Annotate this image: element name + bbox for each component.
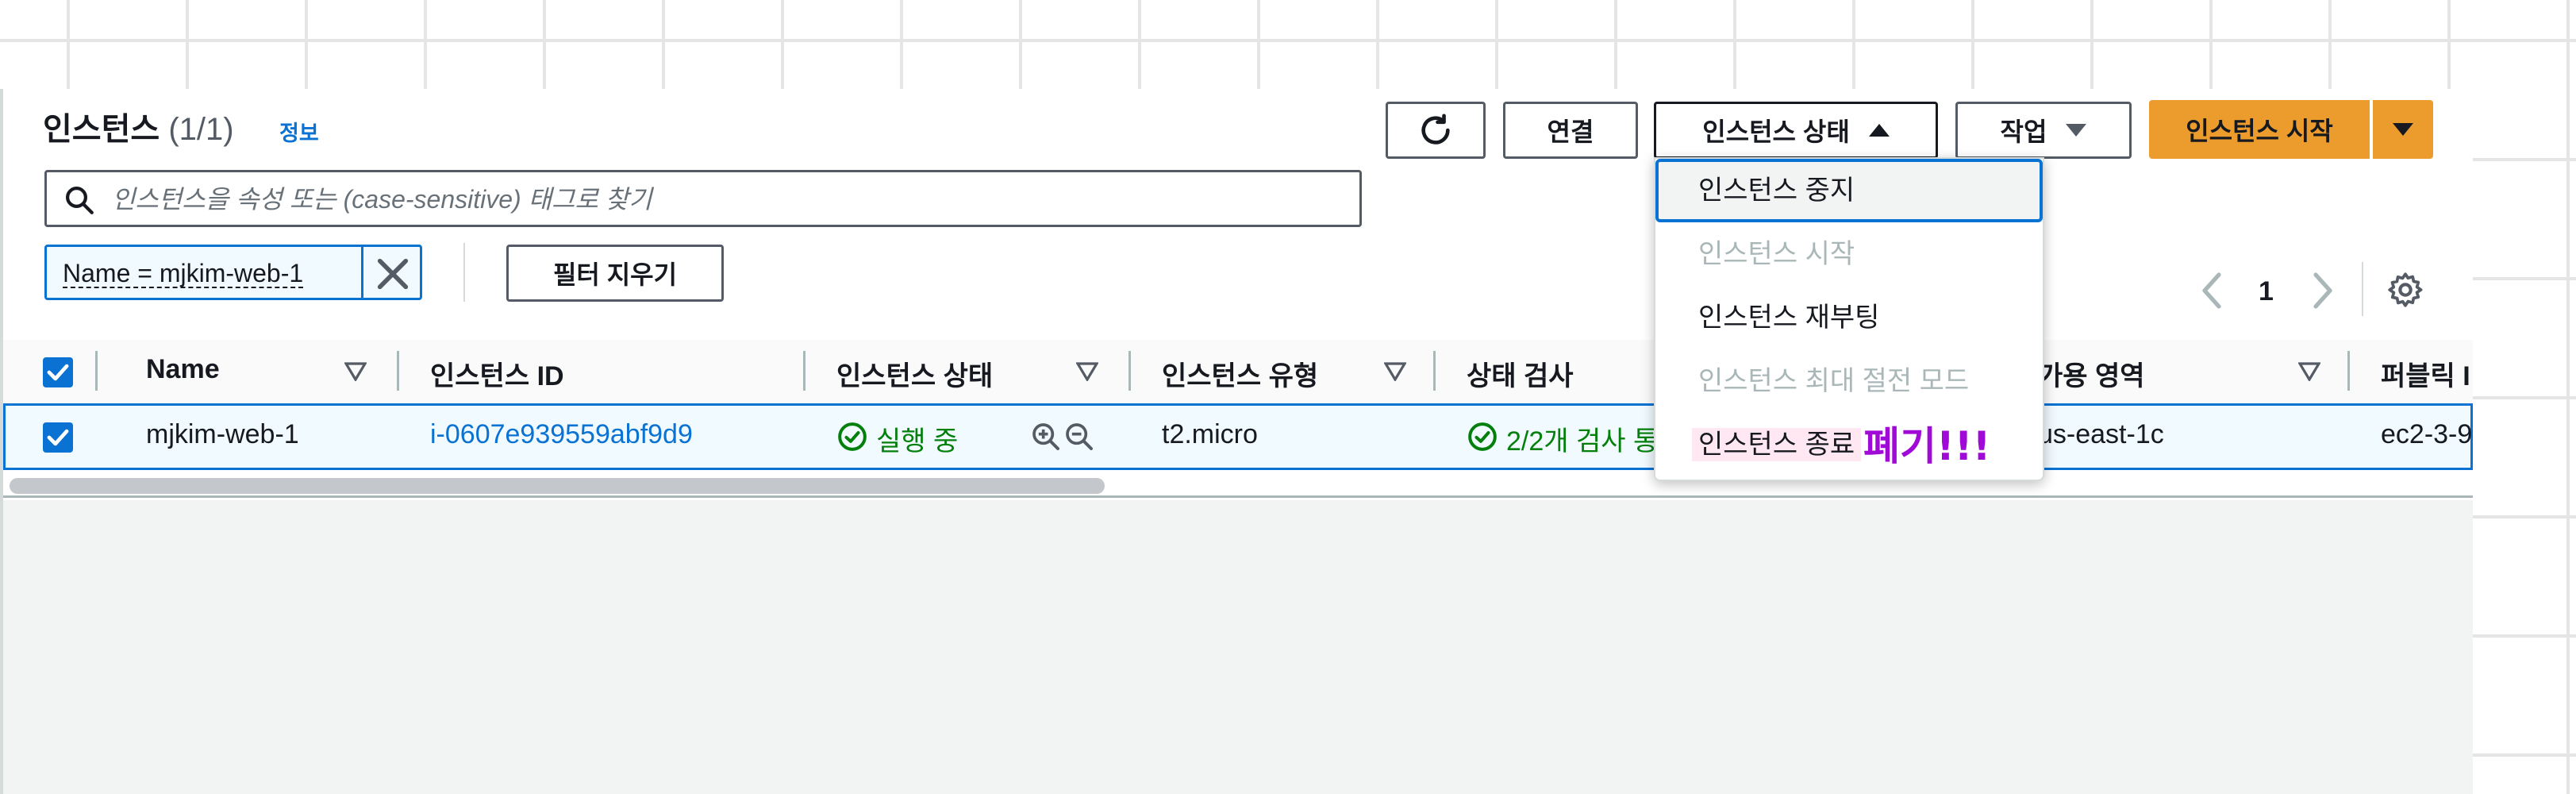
close-icon[interactable] [371, 252, 415, 296]
search-box [44, 170, 1362, 227]
refresh-button[interactable] [1386, 102, 1486, 159]
cell-status-check: 2/2개 검사 통 [1506, 426, 1659, 457]
page-number[interactable]: 1 [2259, 276, 2274, 307]
clear-filters-button[interactable]: 필터 지우기 [506, 245, 724, 302]
select-all-checkbox[interactable] [43, 357, 73, 387]
column-divider [95, 351, 98, 391]
handwritten-annotation: 폐기!!! [1863, 423, 1991, 469]
instance-count: (1/1) [168, 112, 234, 147]
check-circle-icon [838, 422, 867, 451]
cell-instance-type: t2.micro [1162, 419, 1258, 449]
chevron-right-icon[interactable] [2306, 270, 2338, 311]
checkmark-icon [47, 429, 69, 446]
scrollbar-thumb[interactable] [10, 478, 1105, 494]
col-header-availability-zone[interactable]: 가용 영역 [2038, 354, 2145, 393]
gear-icon[interactable] [2386, 270, 2425, 310]
page-title: 인스턴스 (1/1) [43, 103, 234, 149]
filter-token: Name = mjkim-web-1 [44, 245, 422, 300]
launch-instances-button[interactable]: 인스턴스 시작 [2149, 100, 2370, 159]
actions-label: 작업 [2000, 118, 2047, 146]
terminate-label: 인스턴스 종료 [1692, 428, 1862, 461]
sort-icon[interactable] [344, 362, 367, 381]
menu-item-start-instance[interactable]: 인스턴스 시작 [1655, 222, 2043, 286]
col-header-instance-id[interactable]: 인스턴스 ID [430, 354, 564, 393]
caret-down-icon [2393, 123, 2413, 136]
cell-public-dns: ec2-3-9 [2381, 419, 2473, 449]
zoom-in-icon[interactable] [1030, 421, 1062, 453]
instance-state-button[interactable]: 인스턴스 상태 [1654, 102, 1938, 159]
info-link[interactable]: 정보 [279, 116, 319, 147]
column-divider [2347, 351, 2350, 391]
cell-availability-zone: us-east-1c [2038, 419, 2164, 449]
col-header-public-dns[interactable]: 퍼블릭 I [2381, 354, 2470, 393]
check-circle-icon [1468, 422, 1497, 451]
col-header-name[interactable]: Name [146, 354, 220, 385]
search-icon [66, 187, 94, 214]
actions-button[interactable]: 작업 [1955, 102, 2132, 159]
details-pane-area [3, 500, 2473, 794]
divider [2362, 262, 2363, 316]
row-checkbox[interactable] [43, 422, 73, 453]
refresh-icon [1421, 114, 1450, 145]
sort-icon[interactable] [2298, 362, 2320, 381]
launch-dropdown-button[interactable] [2373, 100, 2433, 159]
sort-icon[interactable] [1076, 362, 1098, 381]
col-header-status-check[interactable]: 상태 검사 [1467, 354, 1574, 393]
checkmark-icon [47, 364, 69, 381]
chevron-left-icon[interactable] [2197, 270, 2228, 311]
instance-state-label: 인스턴스 상태 [1702, 118, 1850, 146]
cell-name: mjkim-web-1 [146, 419, 299, 449]
menu-item-stop-instance[interactable]: 인스턴스 중지 [1655, 159, 2043, 222]
connect-button[interactable]: 연결 [1503, 102, 1638, 159]
column-divider [1128, 351, 1131, 391]
caret-up-icon [1868, 124, 1890, 137]
caret-down-icon [2066, 124, 2087, 137]
divider [463, 243, 465, 302]
page-title-text: 인스턴스 [43, 112, 160, 147]
menu-item-hibernate-instance[interactable]: 인스턴스 최대 절전 모드 [1655, 349, 2043, 413]
cell-instance-state: 실행 중 [876, 426, 959, 457]
zoom-out-icon[interactable] [1063, 421, 1095, 453]
sort-icon[interactable] [1384, 362, 1406, 381]
col-header-instance-state[interactable]: 인스턴스 상태 [836, 354, 993, 393]
column-divider [803, 351, 805, 391]
col-header-instance-type[interactable]: 인스턴스 유형 [1162, 354, 1318, 393]
token-divider [361, 247, 363, 298]
column-divider [1433, 351, 1436, 391]
filter-token-text: Name = mjkim-web-1 [63, 259, 304, 288]
column-divider [397, 351, 399, 391]
menu-item-reboot-instance[interactable]: 인스턴스 재부팅 [1655, 286, 2043, 349]
cell-instance-id[interactable]: i-0607e939559abf9d9 [430, 419, 693, 450]
search-input[interactable] [110, 180, 1351, 218]
